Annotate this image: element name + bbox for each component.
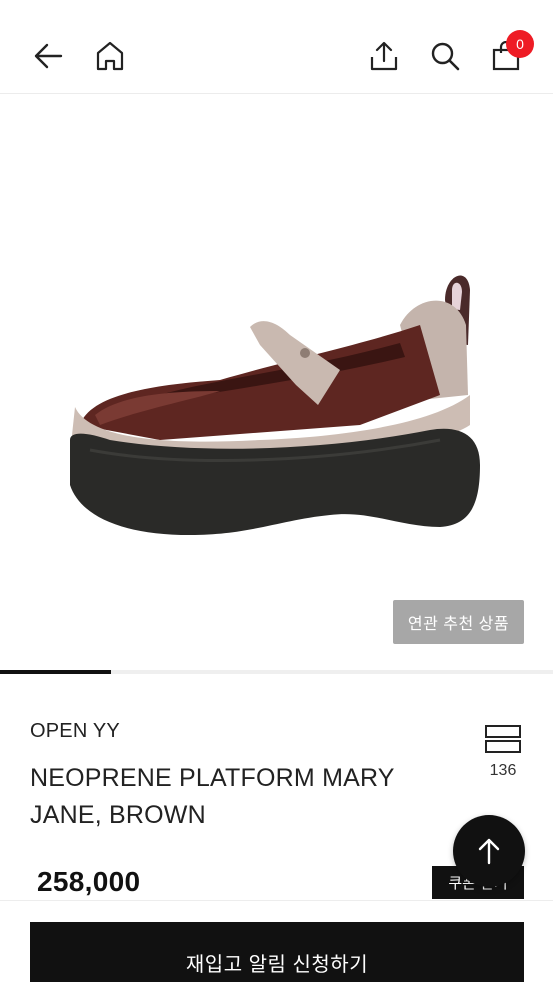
likes-count: 136 xyxy=(489,762,517,779)
restock-notification-button[interactable]: 재입고 알림 신청하기 xyxy=(30,922,524,982)
cart-count-badge: 0 xyxy=(506,30,534,58)
product-image xyxy=(70,275,480,535)
share-icon xyxy=(370,41,398,71)
brand-name[interactable]: OPEN YY xyxy=(30,720,120,743)
search-button[interactable] xyxy=(423,34,467,78)
search-icon xyxy=(431,42,460,71)
likes-button[interactable]: 136 xyxy=(478,724,528,780)
related-products-button[interactable]: 연관 추천 상품 xyxy=(393,600,524,644)
back-button[interactable] xyxy=(26,34,70,78)
product-image-gallery[interactable] xyxy=(0,95,553,673)
product-title: NEOPRENE PLATFORM MARY JANE, BROWN xyxy=(30,764,395,829)
scroll-to-top-button[interactable] xyxy=(453,815,525,887)
home-button[interactable] xyxy=(88,34,132,78)
top-header: 0 xyxy=(0,0,553,94)
share-button[interactable] xyxy=(362,34,406,78)
gallery-progress-fill xyxy=(0,670,111,674)
arrow-left-icon xyxy=(34,43,63,69)
home-icon xyxy=(96,41,124,71)
arrow-up-icon xyxy=(478,838,500,865)
stack-icon xyxy=(485,725,521,753)
gallery-progress-bar xyxy=(0,670,553,674)
product-price: 258,000 xyxy=(37,866,141,897)
